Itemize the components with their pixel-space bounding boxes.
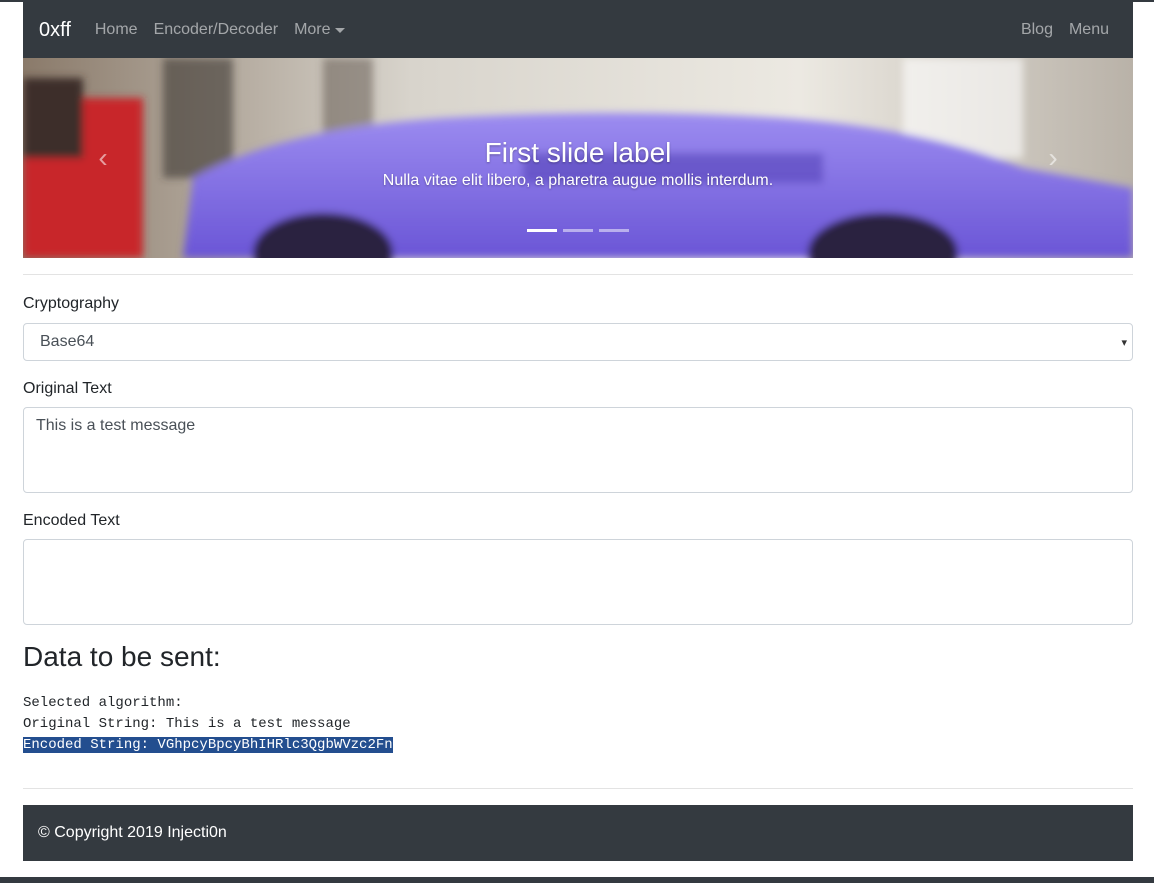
output-line-original: Original String: This is a test message bbox=[23, 716, 351, 732]
output-block: Selected algorithm: Original String: Thi… bbox=[23, 693, 1133, 756]
crypto-label: Cryptography bbox=[23, 295, 120, 312]
nav-left: Home Encoder/Decoder More bbox=[87, 21, 353, 39]
navbar: 0xff Home Encoder/Decoder More Blog Menu bbox=[23, 2, 1133, 58]
crypto-select[interactable]: Base64 ▾ bbox=[23, 323, 1133, 361]
nav-home[interactable]: Home bbox=[87, 21, 146, 39]
original-text-label: Original Text bbox=[23, 380, 112, 397]
carousel-caption: First slide label Nulla vitae elit liber… bbox=[23, 136, 1133, 190]
divider-bottom bbox=[23, 788, 1133, 789]
carousel-indicator-1[interactable] bbox=[527, 229, 557, 232]
encoded-text-output[interactable] bbox=[23, 539, 1133, 625]
caret-down-icon bbox=[334, 27, 345, 33]
carousel-indicators bbox=[23, 229, 1133, 232]
select-arrow-icon: ▾ bbox=[1121, 337, 1127, 349]
nav-more-dropdown[interactable]: More bbox=[286, 21, 352, 39]
encoded-text-label: Encoded Text bbox=[23, 512, 120, 529]
nav-encoder-decoder[interactable]: Encoder/Decoder bbox=[146, 21, 287, 39]
carousel-indicator-3[interactable] bbox=[599, 229, 629, 232]
output-line-encoded: Encoded String: VGhpcyBpcyBhIHRlc3QgbWVz… bbox=[23, 737, 393, 753]
nav-menu[interactable]: Menu bbox=[1061, 21, 1117, 39]
crypto-selected-value: Base64 bbox=[40, 333, 95, 350]
bottom-border bbox=[0, 877, 1154, 883]
brand-logo[interactable]: 0xff bbox=[39, 19, 71, 42]
carousel-title: First slide label bbox=[484, 137, 672, 168]
nav-more-label: More bbox=[294, 21, 331, 38]
nav-right: Blog Menu bbox=[1013, 21, 1117, 39]
footer: © Copyright 2019 Injecti0n bbox=[23, 805, 1133, 861]
footer-copyright: © Copyright 2019 Injecti0n bbox=[38, 824, 227, 841]
carousel-text: Nulla vitae elit libero, a pharetra augu… bbox=[382, 172, 774, 189]
original-text-input[interactable]: This is a test message bbox=[23, 407, 1133, 493]
divider-top bbox=[23, 274, 1133, 275]
output-line-algorithm: Selected algorithm: bbox=[23, 695, 183, 711]
nav-blog[interactable]: Blog bbox=[1013, 21, 1061, 39]
carousel: ‹ › First slide label Nulla vitae elit l… bbox=[23, 58, 1133, 258]
page-container: 0xff Home Encoder/Decoder More Blog Menu bbox=[23, 2, 1133, 861]
data-to-send-heading: Data to be sent: bbox=[23, 641, 221, 672]
carousel-indicator-2[interactable] bbox=[563, 229, 593, 232]
